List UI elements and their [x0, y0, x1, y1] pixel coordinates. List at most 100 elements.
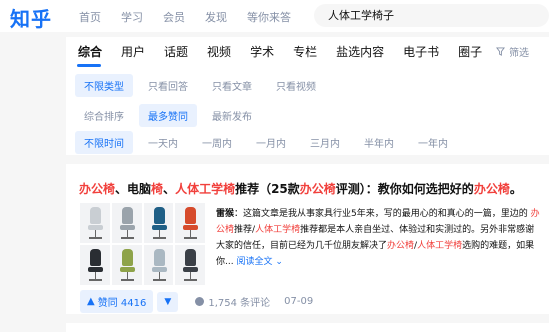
chair-base — [152, 279, 166, 281]
filter-funnel-icon — [496, 47, 505, 56]
chair-image — [80, 203, 110, 243]
filter-toggle-button[interactable]: 筛选 — [496, 44, 529, 59]
excerpt-keyword-highlight: 办公椅 — [387, 241, 415, 251]
filter-answers-only[interactable]: 只看回答 — [139, 74, 197, 97]
time-three-months[interactable]: 三月内 — [301, 131, 349, 154]
chair-image — [111, 203, 142, 243]
chair-leg — [158, 230, 160, 237]
result-type-tabs: 综合 用户 话题 视频 学术 专栏 盐选内容 电子书 圈子 — [78, 43, 501, 60]
time-one-month[interactable]: 一月内 — [247, 131, 295, 154]
chair-back — [153, 249, 165, 266]
filter-toggle-label: 筛选 — [509, 48, 529, 59]
chair-image — [111, 245, 142, 285]
type-filter-row: 不限类型 只看回答 只看文章 只看视频 — [75, 74, 331, 97]
comment-count: 1,754 条评论 — [208, 298, 271, 309]
chair-base — [184, 279, 198, 281]
title-keyword-highlight: 办公椅 — [79, 182, 116, 196]
search-box — [314, 4, 549, 27]
next-result-card — [66, 323, 549, 332]
chair-back — [121, 249, 133, 266]
search-input[interactable] — [328, 8, 538, 21]
comment-icon — [195, 297, 205, 306]
time-half-year[interactable]: 半年内 — [355, 131, 403, 154]
search-result-card: 办公椅、电脑椅、人体工学椅推荐（25款办公椅评测）：教你如何选把好的办公椅。 雷… — [66, 164, 549, 314]
tab-academic[interactable]: 学术 — [250, 43, 274, 60]
title-keyword-highlight: 办公椅 — [473, 182, 510, 196]
upvote-arrow-icon: ▲ — [87, 296, 95, 307]
chair-base — [184, 237, 198, 239]
chair-base — [152, 237, 166, 239]
comment-button[interactable]: 1,754 条评论 — [195, 294, 270, 309]
chair-back — [90, 249, 101, 266]
nav-home[interactable]: 首页 — [79, 9, 101, 25]
title-text: 、 — [163, 182, 176, 196]
chair-leg — [126, 272, 128, 279]
zhihu-logo[interactable]: 知乎 — [10, 3, 52, 32]
filter-videos-only[interactable]: 只看视频 — [267, 74, 325, 97]
tab-columns[interactable]: 专栏 — [293, 43, 317, 60]
tab-topics[interactable]: 话题 — [164, 43, 188, 60]
chair-image — [143, 245, 174, 285]
time-one-year[interactable]: 一年内 — [409, 131, 457, 154]
filter-any-type[interactable]: 不限类型 — [75, 74, 133, 97]
title-keyword-highlight: 人体工学椅 — [175, 182, 236, 196]
excerpt-text: ：这篇文章是我从事家具行业5年来，写的最用心的和真心的一篇，里边的 — [234, 209, 531, 219]
filter-articles-only[interactable]: 只看文章 — [203, 74, 261, 97]
title-text: 、电脑 — [115, 182, 152, 196]
sort-most-upvoted[interactable]: 最多赞同 — [139, 104, 197, 127]
upvote-button[interactable]: ▲ 赞同 4416 — [80, 290, 154, 313]
title-keyword-highlight: 椅 — [151, 182, 164, 196]
result-title[interactable]: 办公椅、电脑椅、人体工学椅推荐（25款办公椅评测）：教你如何选把好的办公椅。 — [79, 180, 539, 197]
result-actions: ▲ 赞同 4416 ▼ 1,754 条评论 07-09 — [80, 290, 313, 313]
chair-leg — [95, 272, 96, 279]
chair-image — [175, 245, 205, 285]
tab-ebooks[interactable]: 电子书 — [403, 43, 439, 60]
tab-users[interactable]: 用户 — [121, 43, 145, 60]
author-name: 雷猴 — [216, 209, 235, 219]
tab-salt-content[interactable]: 盐选内容 — [336, 43, 384, 60]
chair-base — [120, 279, 134, 281]
time-one-week[interactable]: 一周内 — [193, 131, 241, 154]
sort-filter-row: 综合排序 最多赞同 最新发布 — [75, 104, 267, 127]
upvote-label: 赞同 4416 — [97, 298, 147, 309]
read-more-link[interactable]: 阅读全文 — [236, 257, 272, 267]
time-any[interactable]: 不限时间 — [75, 131, 133, 154]
chair-base — [89, 279, 102, 281]
chair-back — [90, 207, 101, 224]
sort-general[interactable]: 综合排序 — [75, 104, 133, 127]
chair-image — [80, 245, 110, 285]
excerpt-text: 推荐/ — [234, 225, 256, 235]
nav-vip[interactable]: 会员 — [163, 9, 185, 25]
sort-newest[interactable]: 最新发布 — [203, 104, 261, 127]
chair-back — [185, 207, 197, 224]
read-more-chevron-icon[interactable]: ⌄ — [272, 257, 283, 267]
top-bar: 知乎 首页 学习 会员 发现 等你来答 — [0, 0, 549, 32]
nav-learn[interactable]: 学习 — [121, 9, 143, 25]
title-keyword-highlight: 办公椅 — [299, 182, 336, 196]
nav-waiting[interactable]: 等你来答 — [247, 9, 291, 25]
chair-image — [143, 203, 174, 243]
title-text: 。 — [509, 182, 522, 196]
chair-image — [175, 203, 205, 243]
tab-circles[interactable]: 圈子 — [458, 43, 482, 60]
result-date: 07-09 — [284, 296, 314, 307]
chair-leg — [126, 230, 128, 237]
result-excerpt: 雷猴：这篇文章是我从事家具行业5年来，写的最用心的和真心的一篇，里边的 办公椅 推… — [216, 206, 543, 270]
tab-general[interactable]: 综合 — [78, 43, 102, 60]
chair-leg — [190, 230, 192, 237]
tab-videos[interactable]: 视频 — [207, 43, 231, 60]
chair-leg — [158, 272, 160, 279]
chair-base — [120, 237, 134, 239]
downvote-button[interactable]: ▼ — [157, 291, 179, 312]
chair-base — [89, 237, 102, 239]
title-text: 评测）：教你如何选把好的 — [335, 182, 474, 196]
result-thumbnail[interactable] — [80, 203, 205, 285]
time-one-day[interactable]: 一天内 — [139, 131, 187, 154]
downvote-arrow-icon: ▼ — [164, 296, 172, 307]
top-nav: 首页 学习 会员 发现 等你来答 — [79, 9, 311, 25]
nav-discover[interactable]: 发现 — [205, 9, 227, 25]
chair-back — [153, 207, 165, 224]
excerpt-keyword-highlight: 人体工学椅 — [417, 241, 463, 251]
title-text: 推荐（25款 — [235, 182, 300, 196]
chair-leg — [190, 272, 192, 279]
